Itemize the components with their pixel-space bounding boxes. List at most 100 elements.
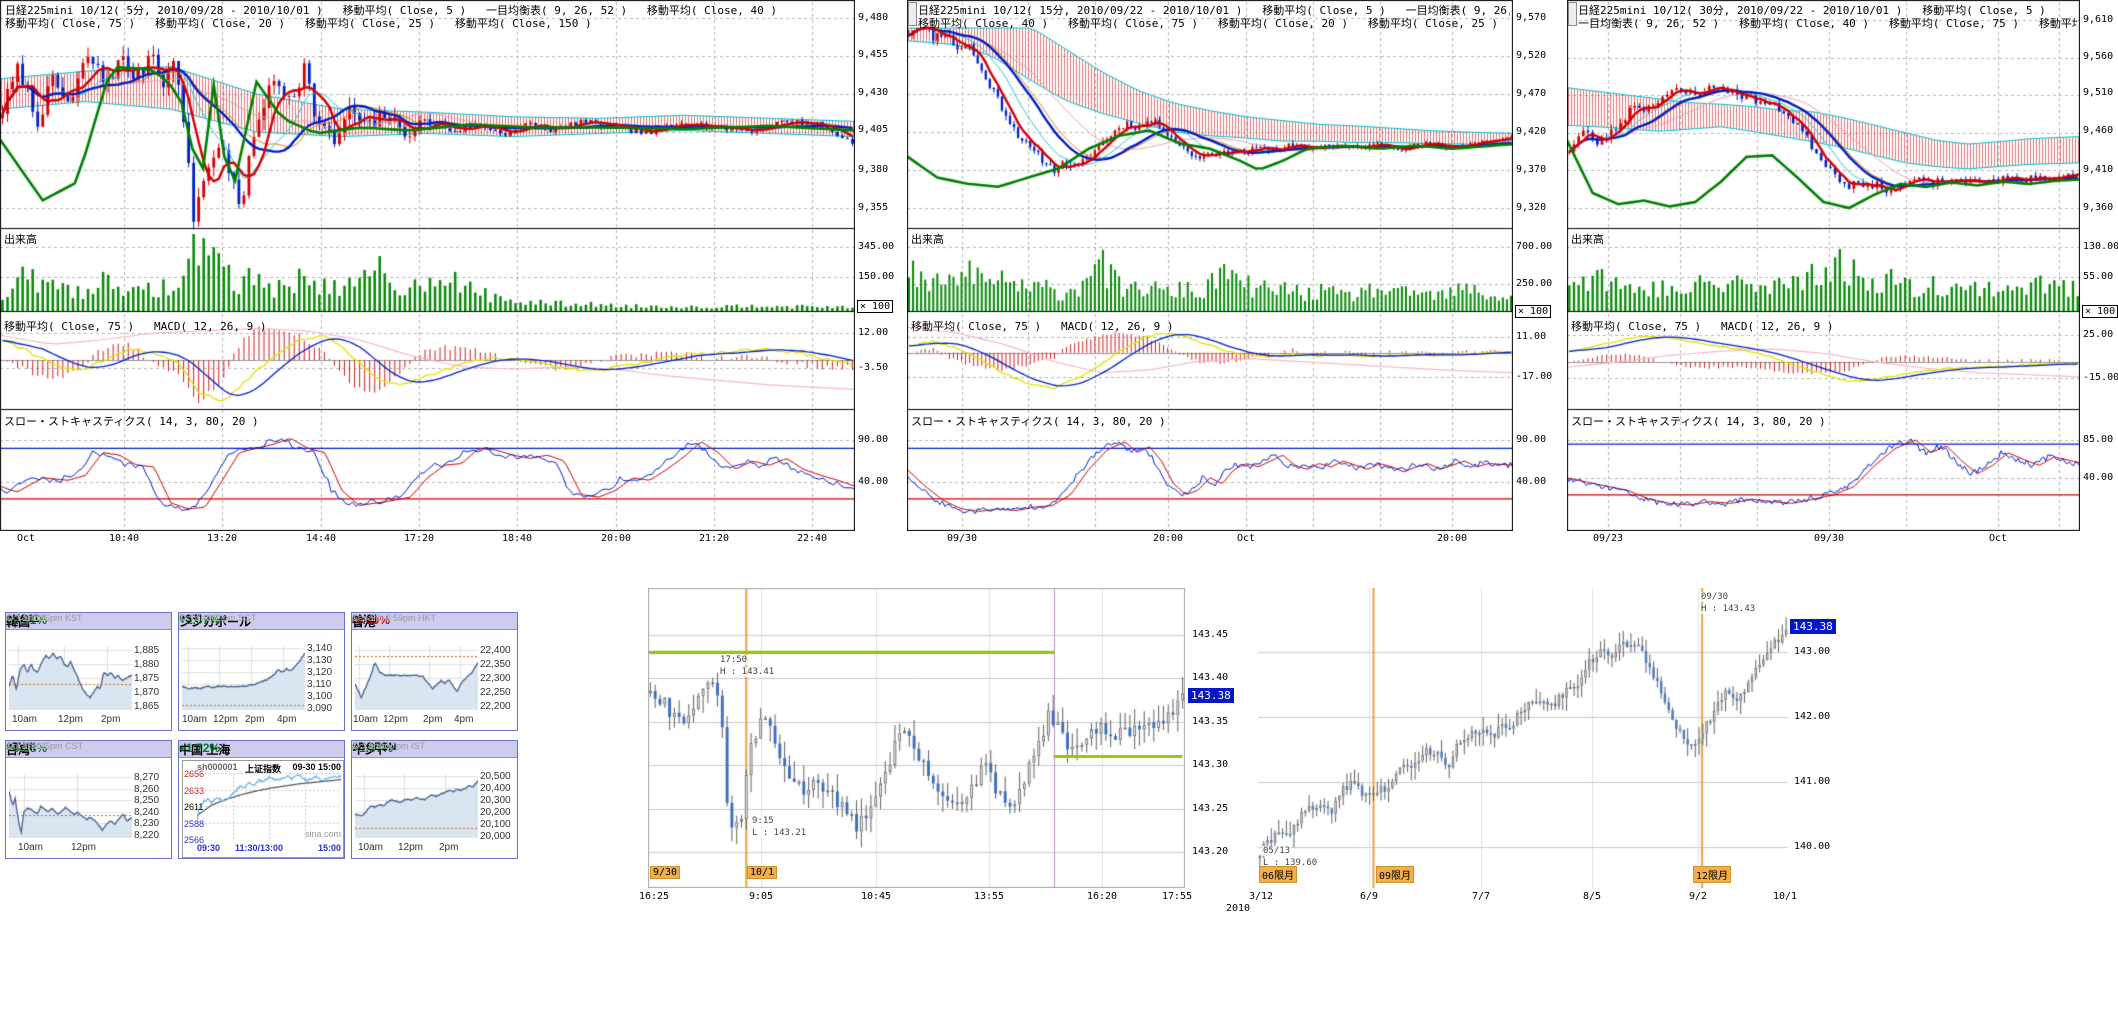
x-axis-label: 14:40 [295, 533, 347, 545]
fx-intraday-chart[interactable]: 143.45143.40143.35143.30143.25143.20143.… [648, 588, 1245, 918]
widget-plot[interactable] [355, 774, 478, 838]
yahoo-watermark: © Yahoo! [352, 613, 393, 624]
nikkei225mini-15min-plot[interactable] [907, 0, 1513, 531]
x-axis-label: 12pm [58, 714, 83, 725]
x-axis-label: 10am [353, 714, 378, 725]
y-axis-label: 1,875 [134, 673, 159, 684]
current-price-box: 143.38 [1790, 619, 1836, 634]
market-widget-india[interactable]: インド+1.87%^BSESNOct 1, 2:57pm IST20,50020… [351, 740, 518, 859]
widget-plot[interactable] [9, 774, 132, 838]
x-axis-label: 22:40 [786, 533, 838, 545]
y-axis-label: 345.00 [858, 241, 894, 253]
y-axis-label: 22,300 [480, 673, 511, 684]
x-axis-label: Oct [1972, 533, 2024, 545]
y-axis-label: 25.00 [2083, 329, 2113, 341]
nikkei225mini-30min-plot[interactable] [1567, 0, 2080, 531]
x-axis-label: 9:05 [735, 891, 787, 903]
sina-time: 09-30 15:00 [292, 762, 341, 772]
y-axis-label: 20,400 [480, 783, 511, 794]
nikkei-chart-30min[interactable]: 日経225mini 10/12( 30分, 2010/09/22 - 2010/… [1567, 0, 2118, 548]
market-widget-taiwan[interactable]: 台湾+0.08%^TWIIOct 1, 1:25pm CST8,2708,260… [5, 740, 172, 859]
y-axis-label: 143.35 [1192, 716, 1228, 728]
x-axis-label: 10am [18, 842, 43, 853]
stochastics-section-label: スロー・ストキャスティクス( 14, 3, 80, 20 ) [1571, 413, 1826, 429]
yahoo-watermark: © Yahoo! [6, 741, 47, 752]
y-axis-label: 12.00 [858, 327, 888, 339]
x-axis-label: Oct [0, 533, 52, 545]
y-axis-label: 142.00 [1794, 711, 1830, 723]
market-widget-china[interactable]: 中国 上海+1.72%sh000001上证指数09-30 15:00265626… [178, 740, 345, 859]
y-axis-label: 143.40 [1192, 672, 1228, 684]
volume-section-label: 出来高 [4, 231, 37, 247]
market-widget-singapore[interactable]: シンガポール+1.07%^STIOct 1, 4:59pm SGT3,1403,… [178, 612, 345, 731]
x-axis-label: 17:20 [393, 533, 445, 545]
fx-daily-chart[interactable]: 143.00142.00141.00140.00143.3809/30H : 1… [1258, 588, 1858, 920]
y-axis-label: 9,570 [1516, 12, 1546, 24]
x-axis-label: 4pm [277, 714, 296, 725]
widget-plot[interactable] [355, 646, 478, 710]
x-axis-label: 13:55 [963, 891, 1015, 903]
contract-month-box: 09限月 [1376, 866, 1414, 883]
x-axis-label: 17:55 [1151, 891, 1203, 903]
y-axis-label: 9,455 [858, 49, 888, 61]
current-price-box: 143.38 [1188, 688, 1234, 703]
axis-multiplier-label: × 100 [857, 300, 893, 313]
y-axis-label: 55.00 [2083, 271, 2113, 283]
y-axis-label: 1,865 [134, 701, 159, 712]
x-axis-label: 16:20 [1076, 891, 1128, 903]
y-axis-label: 3,120 [307, 667, 332, 678]
window-handle[interactable] [908, 2, 917, 26]
y-axis-label: 9,360 [2083, 202, 2113, 214]
x-axis-label: 3/12 [1235, 891, 1287, 903]
y-axis-label: 700.00 [1516, 241, 1552, 253]
nikkei-chart-15min[interactable]: 日経225mini 10/12( 15分, 2010/09/22 - 2010/… [907, 0, 1571, 548]
x-axis-label: 10:45 [850, 891, 902, 903]
y-axis-label: 143.00 [1794, 646, 1830, 658]
chart-legend: 一目均衡表( 9, 26, 52 ) 移動平均( Close, 40 ) 移動平… [1578, 15, 2077, 31]
fx-daily-plot[interactable] [1258, 588, 1788, 888]
sina-chart-frame: sh000001上证指数09-30 15:0026562633261125882… [182, 760, 344, 858]
x-axis-label: 9/2 [1672, 891, 1724, 903]
y-axis-label: 9,560 [2083, 51, 2113, 63]
y-axis-label: 140.00 [1794, 841, 1830, 853]
low-annotation-value: L : 143.21 [751, 828, 807, 838]
market-widget-korea[interactable]: 韓国+0.21%^KS11Oct 1, 2:56pm KST1,8851,880… [5, 612, 172, 731]
x-axis-label: 6/9 [1343, 891, 1395, 903]
y-axis-label: 143.45 [1192, 629, 1228, 641]
fx-intraday-plot[interactable] [648, 588, 1185, 888]
y-axis-label: 9,460 [2083, 125, 2113, 137]
y-axis-label: 9,355 [858, 202, 888, 214]
session-date-box: 9/30 [650, 866, 680, 879]
x-axis-label: 2pm [245, 714, 264, 725]
nikkei225mini-5min-plot[interactable] [0, 0, 855, 531]
y-axis-label: 9,520 [1516, 50, 1546, 62]
x-axis-label: 10am [358, 842, 383, 853]
y-axis-label: 2656 [184, 769, 204, 779]
y-axis-label: 250.00 [1516, 278, 1552, 290]
x-axis-label: 10:40 [98, 533, 150, 545]
x-axis-label: 2pm [101, 714, 120, 725]
axis-multiplier-label: × 100 [2082, 305, 2118, 318]
y-axis-label: 9,610 [2083, 14, 2113, 26]
y-axis-label: 22,400 [480, 645, 511, 656]
x-axis-label: 16:25 [628, 891, 680, 903]
widget-header[interactable]: 中国 上海+1.72% [179, 741, 344, 758]
stochastics-section-label: スロー・ストキャスティクス( 14, 3, 80, 20 ) [4, 413, 259, 429]
widget-plot[interactable] [182, 646, 305, 710]
market-widget-hongkong[interactable]: 香港-0.09%^HSISep 30, 3:59pm HKT22,40022,3… [351, 612, 518, 731]
widget-plot[interactable] [9, 646, 132, 710]
nikkei-chart-5min[interactable]: 日経225mini 10/12( 5分, 2010/09/28 - 2010/1… [0, 0, 905, 548]
window-handle[interactable] [1568, 2, 1577, 26]
y-axis-label: 143.30 [1192, 759, 1228, 771]
y-axis-label: 8,260 [134, 784, 159, 795]
x-axis-label: 09/30 [1803, 533, 1855, 545]
macd-section-label: 移動平均( Close, 75 ) MACD( 12, 26, 9 ) [1571, 318, 1834, 334]
chart-legend: 移動平均( Close, 40 ) 移動平均( Close, 75 ) 移動平均… [918, 15, 1510, 31]
y-axis-label: -17.00 [1516, 371, 1552, 383]
y-axis-label: 9,510 [2083, 87, 2113, 99]
y-axis-label: 2611 [184, 802, 203, 812]
x-axis-label: 21:20 [688, 533, 740, 545]
y-axis-label: 8,270 [134, 772, 159, 783]
x-axis-label: 12pm [71, 842, 96, 853]
x-axis-label: 4pm [454, 714, 473, 725]
